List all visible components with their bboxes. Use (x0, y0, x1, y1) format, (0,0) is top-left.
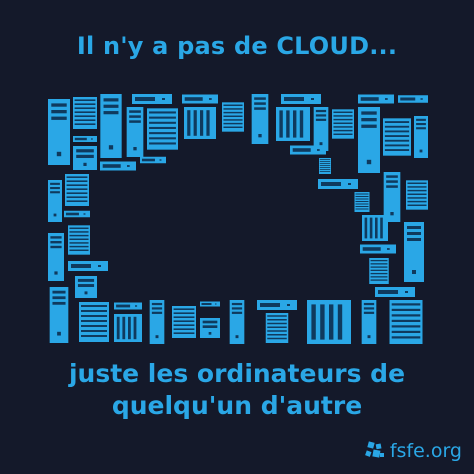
tagline-line-1: juste les ordinateurs de (68, 359, 406, 388)
tagline: juste les ordinateurs de quelqu'un d'aut… (0, 358, 474, 422)
tagline-line-2: quelqu'un d'autre (111, 391, 363, 420)
fsfe-logo: fsfe.org (364, 440, 462, 462)
fsfe-logo-text: fsfe.org (389, 440, 462, 462)
fsfe-logo-icon (364, 441, 384, 458)
